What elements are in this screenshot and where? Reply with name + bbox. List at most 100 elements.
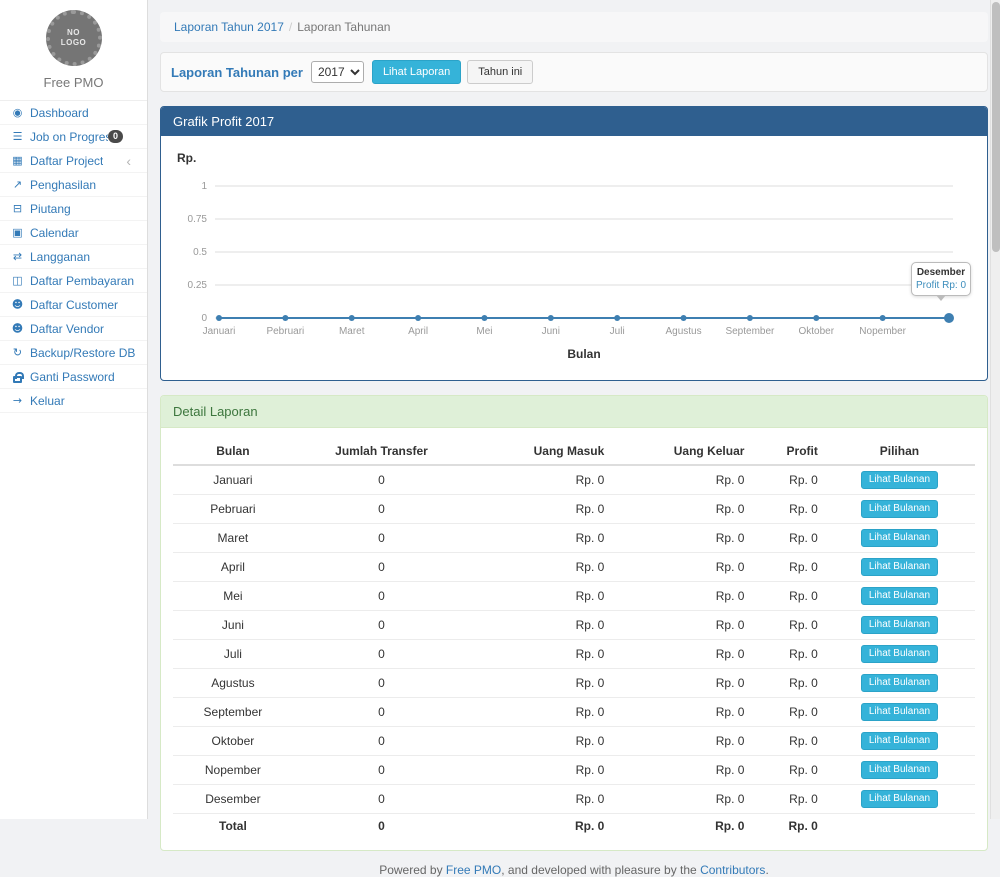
sidebar-item-label: Ganti Password — [30, 370, 115, 384]
sidebar-item-langganan[interactable]: ⇄ Langganan — [0, 245, 147, 269]
footer-link-contributors[interactable]: Contributors — [700, 863, 765, 877]
cell-bulan: Juni — [173, 611, 293, 640]
sidebar-item-label: Job on Progress — [30, 130, 108, 144]
users-icon: ☻ — [10, 322, 25, 335]
lihat-bulanan-button[interactable]: Lihat Bulanan — [861, 587, 938, 605]
svg-text:April: April — [408, 326, 428, 337]
cell-masuk: Rp. 0 — [470, 727, 610, 756]
svg-text:Oktober: Oktober — [798, 326, 834, 337]
sidebar-item-label: Daftar Customer — [30, 298, 118, 312]
lihat-bulanan-button[interactable]: Lihat Bulanan — [861, 674, 938, 692]
cell-masuk: Rp. 0 — [470, 756, 610, 785]
sidebar-item-label: Piutang — [30, 202, 71, 216]
svg-text:Maret: Maret — [339, 326, 365, 337]
sidebar-item-penghasilan[interactable]: ↗ Penghasilan — [0, 173, 147, 197]
cell-jumlah: 0 — [293, 524, 470, 553]
cell-total-masuk: Rp. 0 — [470, 814, 610, 839]
svg-text:Bulan: Bulan — [567, 347, 600, 361]
sidebar-item-label: Calendar — [30, 226, 79, 240]
report-filter-panel: Laporan Tahunan per 2017 Lihat Laporan T… — [160, 52, 988, 92]
footer-text-middle: , and developed with pleasure by the — [501, 863, 700, 877]
sidebar-item-calendar[interactable]: ▣ Calendar — [0, 221, 147, 245]
sidebar-item-piutang[interactable]: ⊟ Piutang — [0, 197, 147, 221]
payment-icon: ◫ — [10, 274, 25, 287]
cell-profit: Rp. 0 — [750, 756, 823, 785]
cell-pilihan: Lihat Bulanan — [824, 698, 975, 727]
cell-total-pilihan — [824, 814, 975, 839]
sidebar-item-label: Daftar Pembayaran — [30, 274, 134, 288]
lihat-bulanan-button[interactable]: Lihat Bulanan — [861, 703, 938, 721]
cell-masuk: Rp. 0 — [470, 524, 610, 553]
cell-pilihan: Lihat Bulanan — [824, 727, 975, 756]
sidebar-item-label: Daftar Vendor — [30, 322, 104, 336]
table-total-row: Total 0 Rp. 0 Rp. 0 Rp. 0 — [173, 814, 975, 839]
lihat-bulanan-button[interactable]: Lihat Bulanan — [861, 529, 938, 547]
detail-report-panel: Detail Laporan Bulan Jumlah Transfer Uan… — [160, 395, 988, 851]
lihat-bulanan-button[interactable]: Lihat Bulanan — [861, 732, 938, 750]
sidebar-item-daftar-vendor[interactable]: ☻ Daftar Vendor — [0, 317, 147, 341]
scrollbar-thumb[interactable] — [992, 2, 1000, 252]
lihat-bulanan-button[interactable]: Lihat Bulanan — [861, 761, 938, 779]
col-header-uang-masuk: Uang Masuk — [470, 438, 610, 465]
cell-keluar: Rp. 0 — [610, 698, 750, 727]
tasks-icon: ☰ — [10, 130, 25, 143]
sidebar-item-dashboard[interactable]: ◉ Dashboard — [0, 101, 147, 125]
tooltip-value: Profit Rp: 0 — [915, 280, 967, 291]
lihat-bulanan-button[interactable]: Lihat Bulanan — [861, 500, 938, 518]
cell-masuk: Rp. 0 — [470, 640, 610, 669]
sign-out-icon: → — [10, 394, 25, 407]
scrollbar[interactable] — [990, 0, 1000, 819]
cell-keluar: Rp. 0 — [610, 727, 750, 756]
cell-pilihan: Lihat Bulanan — [824, 669, 975, 698]
sidebar-item-daftar-customer[interactable]: ☻ Daftar Customer — [0, 293, 147, 317]
refresh-icon: ↻ — [10, 346, 25, 359]
cell-total-profit: Rp. 0 — [750, 814, 823, 839]
table-header-row: Bulan Jumlah Transfer Uang Masuk Uang Ke… — [173, 438, 975, 465]
sidebar-item-ganti-password[interactable]: Ganti Password — [0, 365, 147, 389]
chart-tooltip: Desember Profit Rp: 0 — [911, 262, 971, 296]
lihat-laporan-button[interactable]: Lihat Laporan — [372, 60, 461, 84]
sidebar-item-keluar[interactable]: → Keluar — [0, 389, 147, 413]
footer-link-free-pmo[interactable]: Free PMO — [446, 863, 501, 877]
cell-keluar: Rp. 0 — [610, 553, 750, 582]
calendar-icon: ▣ — [10, 226, 25, 239]
lihat-bulanan-button[interactable]: Lihat Bulanan — [861, 790, 938, 808]
money-icon: ⊟ — [10, 202, 25, 215]
sidebar-item-job-on-progress[interactable]: ☰ Job on Progress 0 — [0, 125, 147, 149]
lihat-bulanan-button[interactable]: Lihat Bulanan — [861, 471, 938, 489]
lihat-bulanan-button[interactable]: Lihat Bulanan — [861, 645, 938, 663]
cell-bulan: September — [173, 698, 293, 727]
cell-bulan: Nopember — [173, 756, 293, 785]
cell-pilihan: Lihat Bulanan — [824, 495, 975, 524]
cell-masuk: Rp. 0 — [470, 553, 610, 582]
report-table: Bulan Jumlah Transfer Uang Masuk Uang Ke… — [173, 438, 975, 838]
lihat-bulanan-button[interactable]: Lihat Bulanan — [861, 558, 938, 576]
cell-keluar: Rp. 0 — [610, 524, 750, 553]
profit-chart-panel: Grafik Profit 2017 Rp.10.750.50.250Janua… — [160, 106, 988, 381]
breadcrumb-separator: / — [289, 20, 292, 34]
lihat-bulanan-button[interactable]: Lihat Bulanan — [861, 616, 938, 634]
sidebar-item-daftar-pembayaran[interactable]: ◫ Daftar Pembayaran — [0, 269, 147, 293]
year-select[interactable]: 2017 — [311, 61, 364, 83]
cell-jumlah: 0 — [293, 698, 470, 727]
tahun-ini-button[interactable]: Tahun ini — [467, 60, 533, 84]
sidebar-item-label: Daftar Project — [30, 154, 103, 168]
cell-profit: Rp. 0 — [750, 640, 823, 669]
cell-keluar: Rp. 0 — [610, 495, 750, 524]
cell-jumlah: 0 — [293, 611, 470, 640]
table-row: April 0 Rp. 0 Rp. 0 Rp. 0 Lihat Bulanan — [173, 553, 975, 582]
breadcrumb-link[interactable]: Laporan Tahun 2017 — [174, 20, 284, 34]
cell-profit: Rp. 0 — [750, 553, 823, 582]
cell-profit: Rp. 0 — [750, 465, 823, 495]
chart-panel-title: Grafik Profit 2017 — [161, 107, 987, 136]
table-icon: ▦ — [10, 154, 25, 167]
sidebar-item-backup-restore-db[interactable]: ↻ Backup/Restore DB — [0, 341, 147, 365]
sidebar-item-daftar-project[interactable]: ▦ Daftar Project ‹ — [0, 149, 147, 173]
table-row: Januari 0 Rp. 0 Rp. 0 Rp. 0 Lihat Bulana… — [173, 465, 975, 495]
lock-icon — [10, 370, 25, 383]
cell-bulan: Pebruari — [173, 495, 293, 524]
sidebar-menu: ◉ Dashboard ☰ Job on Progress 0 ▦ Daftar… — [0, 100, 147, 413]
table-row: Agustus 0 Rp. 0 Rp. 0 Rp. 0 Lihat Bulana… — [173, 669, 975, 698]
cell-profit: Rp. 0 — [750, 611, 823, 640]
cell-keluar: Rp. 0 — [610, 669, 750, 698]
